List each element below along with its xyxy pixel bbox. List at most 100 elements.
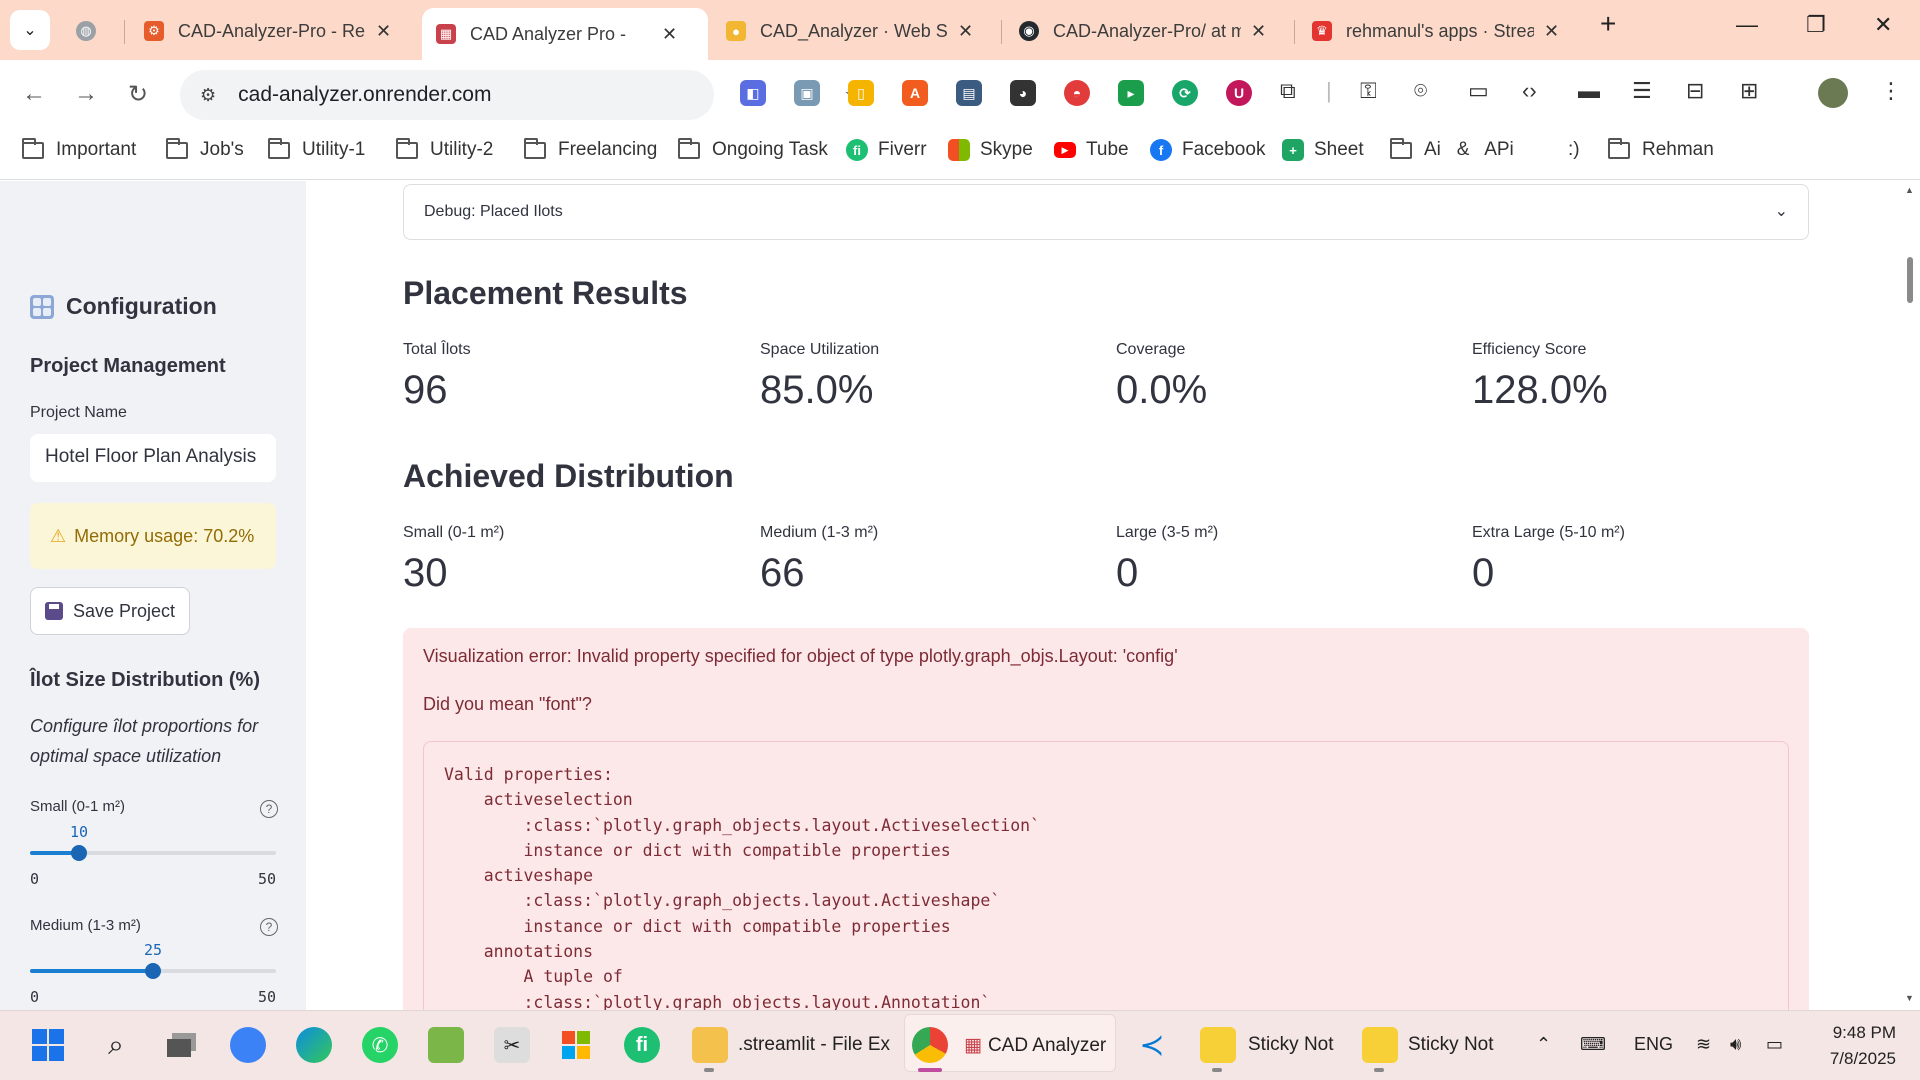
sticky-notes-icon[interactable] bbox=[1200, 1027, 1236, 1063]
profile-avatar[interactable] bbox=[1818, 78, 1848, 108]
bookmark-folder-important[interactable]: Important bbox=[22, 137, 136, 161]
file-explorer-label[interactable]: .streamlit - File Ex bbox=[738, 1034, 890, 1056]
slider-thumb[interactable] bbox=[71, 845, 88, 861]
battery-icon[interactable]: ▭ bbox=[1766, 1034, 1783, 1055]
url-text[interactable]: cad-analyzer.onrender.com bbox=[238, 83, 491, 107]
side-panel-icon[interactable]: ⊞ bbox=[1740, 78, 1758, 104]
chrome-menu-icon[interactable]: ⋮ bbox=[1880, 78, 1902, 104]
sticky-notes-label[interactable]: Sticky Not bbox=[1408, 1034, 1494, 1056]
bookmark-folder-ai-api[interactable]: Ai & APi bbox=[1390, 137, 1514, 161]
vscode-icon[interactable]: ≺ bbox=[1134, 1027, 1170, 1063]
bookmark-folder-ongoing-task[interactable]: Ongoing Task bbox=[678, 137, 828, 161]
keyboard-icon[interactable]: ⌨ bbox=[1580, 1034, 1606, 1055]
small-slider[interactable] bbox=[30, 845, 276, 861]
tab-search-chevron-icon[interactable]: ⌄ bbox=[10, 10, 50, 50]
tab-1[interactable]: ⚙ CAD-Analyzer-Pro - Re ✕ bbox=[130, 8, 415, 54]
debug-placed-ilots-expander[interactable]: Debug: Placed Ilots ⌄ bbox=[403, 184, 1809, 240]
reload-icon[interactable]: ↻ bbox=[128, 80, 148, 109]
bookmark-folder-utility-2[interactable]: Utility-2 bbox=[396, 137, 493, 161]
save-project-button[interactable]: Save Project bbox=[30, 587, 190, 635]
tab-2-active[interactable]: ▦ CAD Analyzer Pro - ✕ bbox=[422, 8, 708, 60]
extension-icon[interactable]: ▤ bbox=[956, 80, 982, 106]
bookmark-smiley[interactable]: :) bbox=[1568, 139, 1580, 161]
extension-icon[interactable]: A bbox=[902, 80, 928, 106]
file-explorer-icon[interactable] bbox=[692, 1027, 728, 1063]
task-view-icon[interactable] bbox=[164, 1027, 200, 1063]
sticky-notes-label[interactable]: Sticky Not bbox=[1248, 1034, 1334, 1056]
scroll-down-arrow-icon[interactable]: ▼ bbox=[1905, 993, 1914, 1003]
scrollbar-thumb[interactable] bbox=[1907, 257, 1913, 303]
close-window-icon[interactable]: ✕ bbox=[1874, 12, 1892, 38]
sticky-notes-icon[interactable] bbox=[1362, 1027, 1398, 1063]
chevron-down-icon[interactable]: ⌄ bbox=[1775, 201, 1788, 221]
forward-arrow-icon[interactable]: → bbox=[74, 80, 98, 108]
extension-icon[interactable]: ▸ bbox=[1118, 80, 1144, 106]
bookmark-fiverr[interactable]: fi Fiverr bbox=[846, 139, 927, 161]
windows-start-icon[interactable] bbox=[30, 1027, 66, 1063]
close-tab-icon[interactable]: ✕ bbox=[1544, 21, 1559, 42]
streamlit-crown-icon: ♛ bbox=[1312, 21, 1332, 41]
tab-5[interactable]: ♛ rehmanul's apps · Strea ✕ bbox=[1298, 8, 1583, 54]
language-indicator[interactable]: ENG bbox=[1634, 1034, 1673, 1055]
reading-list-icon[interactable]: ☰ bbox=[1632, 78, 1652, 104]
help-circle-icon[interactable]: ? bbox=[260, 800, 278, 818]
tab-3[interactable]: ● CAD_Analyzer · Web Se ✕ bbox=[712, 8, 997, 54]
bookmark-folder-rehman[interactable]: Rehman bbox=[1608, 137, 1714, 161]
reader-mode-icon[interactable]: ⊟ bbox=[1686, 78, 1704, 104]
bookmark-folder-utility-1[interactable]: Utility-1 bbox=[268, 137, 365, 161]
edge-icon[interactable] bbox=[296, 1027, 332, 1063]
close-tab-icon[interactable]: ✕ bbox=[958, 21, 973, 42]
extension-icon[interactable]: ◧ bbox=[740, 80, 766, 106]
scroll-up-arrow-icon[interactable]: ▲ bbox=[1905, 185, 1914, 195]
tab-pinned-globe[interactable]: ◍ bbox=[62, 8, 122, 54]
project-name-input[interactable]: Hotel Floor Plan Analysis bbox=[30, 434, 276, 482]
bookmark-sheet[interactable]: + Sheet bbox=[1282, 139, 1364, 161]
whatsapp-icon[interactable]: ✆ bbox=[362, 1027, 398, 1063]
ublock-icon[interactable]: U bbox=[1226, 80, 1252, 106]
chrome-icon[interactable] bbox=[912, 1027, 948, 1063]
bookmark-skype[interactable]: Skype bbox=[948, 139, 1033, 161]
bookmark-tube[interactable]: ▶ Tube bbox=[1054, 139, 1129, 161]
copilot-app-icon[interactable] bbox=[230, 1027, 266, 1063]
screenshot-icon[interactable]: ⌾ bbox=[1414, 78, 1427, 104]
wifi-icon[interactable]: ≋ bbox=[1696, 1034, 1711, 1055]
small-slider-value: 10 bbox=[70, 823, 89, 841]
help-circle-icon[interactable]: ? bbox=[260, 918, 278, 936]
cad-analyzer-label[interactable]: ▦ CAD Analyzer bbox=[964, 1034, 1106, 1057]
volume-icon[interactable]: 🔊︎ bbox=[1730, 1034, 1741, 1055]
device-icon[interactable]: ▭ bbox=[1468, 78, 1489, 104]
extension-icon[interactable]: ⟳ bbox=[1172, 80, 1198, 106]
pokeball-extension-icon[interactable]: ◓ bbox=[1064, 80, 1090, 106]
panda-extension-icon[interactable]: ◕ bbox=[1010, 80, 1036, 106]
medium-slider[interactable] bbox=[30, 963, 276, 979]
payment-card-icon[interactable]: ▬ bbox=[1578, 78, 1600, 104]
devtools-code-icon[interactable]: ‹› bbox=[1522, 78, 1537, 104]
slider-min-label: 0 bbox=[30, 870, 40, 888]
extension-icon[interactable]: ▣ bbox=[794, 80, 820, 106]
microsoft-store-icon[interactable] bbox=[558, 1027, 594, 1063]
slider-thumb[interactable] bbox=[145, 963, 161, 979]
close-tab-icon[interactable]: ✕ bbox=[662, 24, 677, 45]
close-tab-icon[interactable]: ✕ bbox=[1251, 21, 1266, 42]
fiverr-app-icon[interactable]: fi bbox=[624, 1027, 660, 1063]
snipping-tool-icon[interactable]: ✂ bbox=[494, 1027, 530, 1063]
minimize-icon[interactable]: — bbox=[1736, 12, 1758, 38]
page-scrollbar[interactable]: ▲ ▼ bbox=[1900, 181, 1920, 1010]
omnibox[interactable]: ⚙ cad-analyzer.onrender.com ⌕ ☆ bbox=[180, 70, 864, 120]
bookmark-folder-freelancing[interactable]: Freelancing bbox=[524, 137, 657, 161]
system-clock[interactable]: 9:48 PM 7/8/2025 bbox=[1820, 1020, 1896, 1072]
tab-4[interactable]: ◉ CAD-Analyzer-Pro/ at m ✕ bbox=[1005, 8, 1290, 54]
back-arrow-icon[interactable]: ← bbox=[22, 80, 46, 108]
bookmark-folder-jobs[interactable]: Job's bbox=[166, 137, 244, 161]
restore-icon[interactable]: ❐ bbox=[1806, 12, 1826, 38]
notepad-app-icon[interactable] bbox=[428, 1027, 464, 1063]
password-key-icon[interactable]: ⚿ bbox=[1360, 78, 1377, 104]
new-tab-button[interactable]: + bbox=[1600, 8, 1616, 40]
extension-icon[interactable]: ▯ bbox=[848, 80, 874, 106]
site-settings-icon[interactable]: ⚙ bbox=[200, 85, 216, 106]
search-icon[interactable]: ⌕ bbox=[98, 1027, 134, 1063]
chevron-up-icon[interactable]: ⌃ bbox=[1536, 1034, 1551, 1055]
extensions-puzzle-icon[interactable]: ⧉ bbox=[1280, 78, 1296, 104]
bookmark-facebook[interactable]: f Facebook bbox=[1150, 139, 1265, 161]
close-tab-icon[interactable]: ✕ bbox=[376, 21, 391, 42]
